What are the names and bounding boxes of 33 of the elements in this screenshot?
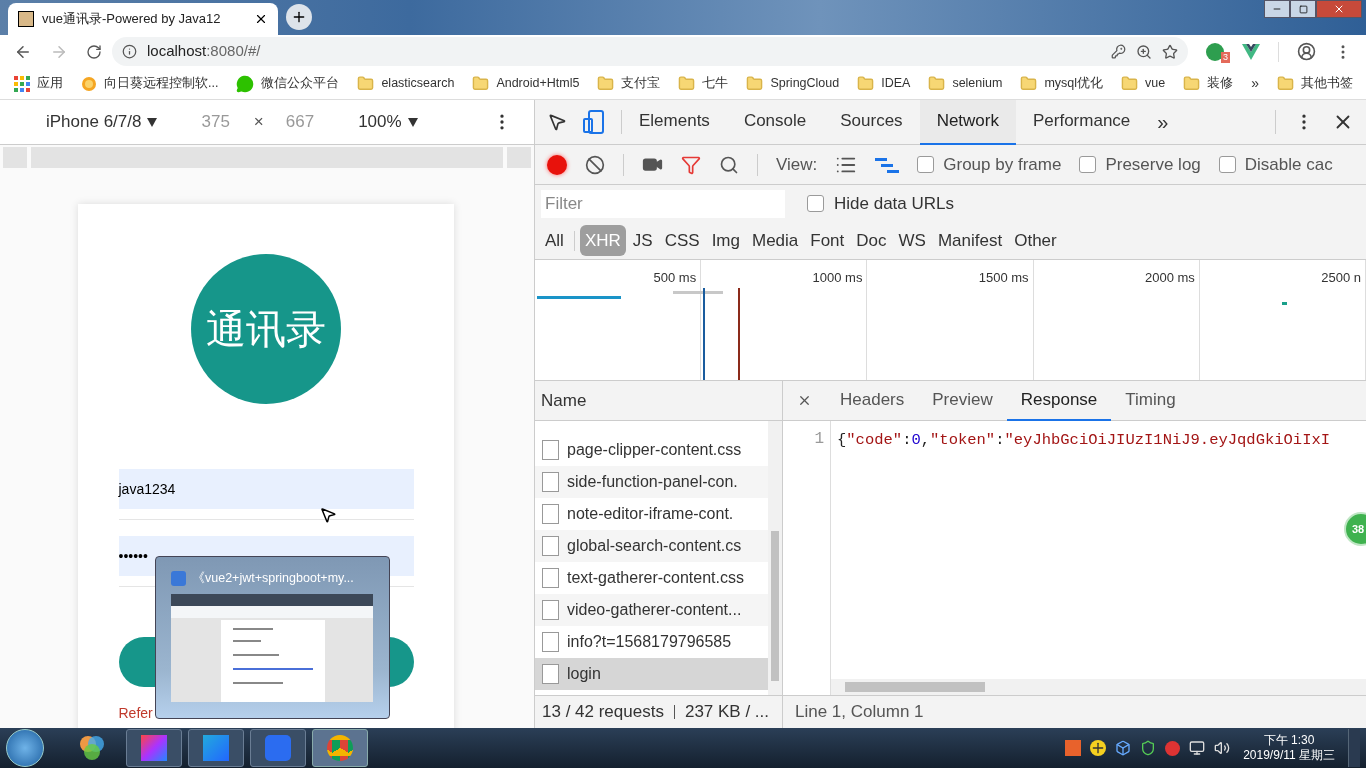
thumbnail-title: 《vue2+jwt+springboot+my...	[192, 570, 354, 587]
timeline-tick: 2000 ms	[1144, 269, 1195, 286]
checkbox-label: Hide data URLs	[834, 192, 954, 215]
request-name: side-function-panel-con.	[567, 472, 738, 492]
checkbox-label: Preserve log	[1105, 153, 1201, 176]
checkbox-label: Disable cac	[1244, 153, 1333, 176]
logo-text: 通讯录	[206, 306, 326, 353]
extension-badge: 3	[1221, 51, 1230, 63]
error-message: Refer	[118, 705, 153, 721]
request-name: info?t=1568179796585	[567, 632, 732, 652]
cursor-position: Line 1, Column 1	[795, 701, 924, 724]
tab-title: vue通讯录-Powered by Java12	[42, 10, 222, 29]
timeline-tick: 1000 ms	[812, 269, 863, 286]
request-name: global-search-content.cs	[567, 536, 742, 556]
response-code-line: {"code":0,"token":"eyJhbGciOiJIUzI1NiJ9.eyJqdGkiOiIxI	[837, 431, 1331, 449]
request-name: note-editor-iframe-cont.	[567, 504, 734, 524]
timeline-tick: 500 ms	[653, 269, 697, 286]
clock-date: 2019/9/11 星期三	[1243, 748, 1335, 763]
request-name: login	[567, 664, 601, 684]
request-count: 13 / 42 requests	[542, 701, 664, 724]
transfer-size: 237 KB / ...	[684, 701, 770, 724]
line-number: 1	[814, 429, 824, 447]
request-name: page-clipper-content.css	[567, 440, 742, 460]
clock-time: 下午 1:30	[1263, 733, 1315, 748]
timeline-tick: 1500 ms	[978, 269, 1029, 286]
times-sign: ×	[253, 111, 264, 134]
name-column-header: Name	[541, 389, 587, 412]
url-text: localhost:8080/#/	[147, 41, 262, 62]
request-name: video-gatherer-content...	[567, 600, 742, 620]
timeline-tick: 2500 n	[1321, 269, 1361, 286]
view-label: View:	[776, 153, 818, 176]
request-name: text-gatherer-content.css	[567, 568, 744, 588]
checkbox-label: Group by frame	[943, 153, 1062, 176]
